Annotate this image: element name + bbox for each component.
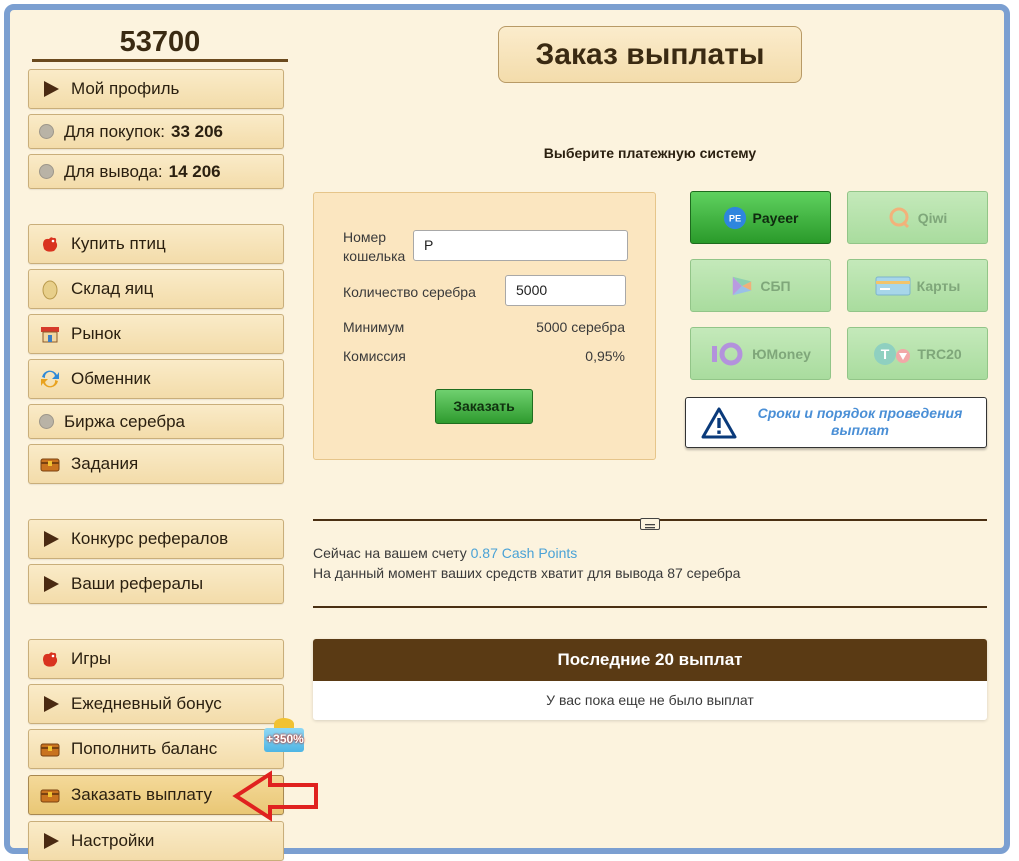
- buy-balance-row: Для покупок: 33 206: [28, 114, 284, 149]
- sidebar-item-silver-exchange[interactable]: Биржа серебра: [28, 404, 284, 439]
- withdraw-balance-label: Для вывода:: [64, 161, 163, 181]
- sidebar-item-profile[interactable]: Мой профиль: [28, 69, 284, 109]
- card-icon: [875, 274, 911, 298]
- play-icon: [39, 528, 61, 550]
- withdraw-balance-row: Для вывода: 14 206: [28, 154, 284, 189]
- chest-icon: [39, 453, 61, 475]
- sidebar-item-label: Ежедневный бонус: [71, 694, 222, 713]
- silver-coin-icon: [39, 164, 54, 179]
- account-balance-prefix: Сейчас на вашем счету: [313, 545, 467, 561]
- egg-icon: [39, 278, 61, 300]
- wallet-number-input[interactable]: P: [413, 230, 628, 261]
- sidebar-item-label: Задания: [71, 454, 139, 473]
- sidebar-item-games[interactable]: Игры: [28, 639, 284, 679]
- sidebar-item-label: Игры: [71, 649, 112, 668]
- chest-icon: [39, 784, 61, 806]
- sidebar-item-label: Пополнить баланс: [71, 739, 218, 758]
- qiwi-icon: [888, 206, 912, 230]
- bonus-badge-text: +350%: [266, 732, 304, 746]
- payment-yoomoney-button[interactable]: ЮMoney: [690, 327, 831, 380]
- divider: [313, 606, 987, 608]
- bonus-gift-badge: +350%: [262, 718, 308, 758]
- withdraw-capacity-line: На данный момент ваших средств хватит дл…: [313, 565, 741, 581]
- payment-label: Payeer: [752, 209, 799, 226]
- sidebar-item-label: Ваши рефералы: [71, 574, 204, 593]
- sidebar-item-referral-contest[interactable]: Конкурс рефералов: [28, 519, 284, 559]
- order-payout-button[interactable]: Заказать: [435, 389, 533, 424]
- withdraw-balance-value: 14 206: [168, 161, 221, 181]
- sidebar-item-market[interactable]: Рынок: [28, 314, 284, 354]
- warning-icon: [701, 407, 737, 439]
- tether-icon: T: [873, 342, 911, 366]
- minimum-label: Минимум: [343, 319, 405, 335]
- sidebar-item-tasks[interactable]: Задания: [28, 444, 284, 484]
- svg-text:T: T: [881, 346, 890, 362]
- payment-label: TRC20: [917, 345, 962, 362]
- silver-amount-input[interactable]: 5000: [505, 275, 626, 306]
- payment-qiwi-button[interactable]: Qiwi: [847, 191, 988, 244]
- sidebar-item-label: Биржа серебра: [64, 411, 185, 431]
- page-title: Заказ выплаты: [498, 26, 802, 83]
- sidebar-item-label: Склад яиц: [71, 279, 154, 298]
- minimum-value: 5000 серебра: [536, 319, 625, 335]
- payment-label: СБП: [760, 277, 791, 294]
- sidebar-item-buy-birds[interactable]: Купить птиц: [28, 224, 284, 264]
- recent-payouts-title: Последние 20 выплат: [313, 639, 987, 681]
- sidebar-item-label: Рынок: [71, 324, 121, 343]
- red-arrow-icon: [232, 770, 318, 822]
- payment-label: Qiwi: [917, 209, 948, 226]
- silver-coin-icon: [39, 124, 54, 139]
- recent-payouts-table: Последние 20 выплат У вас пока еще не бы…: [313, 639, 987, 720]
- buy-balance-label: Для покупок:: [64, 121, 165, 141]
- yoomoney-icon: [710, 342, 746, 366]
- play-icon: [39, 573, 61, 595]
- fee-value: 0,95%: [585, 348, 625, 364]
- sidebar-item-settings[interactable]: Настройки: [28, 821, 284, 861]
- silver-coin-icon: [39, 414, 54, 429]
- play-icon: [39, 830, 61, 852]
- sidebar-item-label: Настройки: [71, 831, 155, 850]
- payment-payeer-button[interactable]: PE Payeer: [690, 191, 831, 244]
- sidebar-item-your-referrals[interactable]: Ваши рефералы: [28, 564, 284, 604]
- payment-sbp-button[interactable]: СБП: [690, 259, 831, 312]
- sidebar-item-egg-storage[interactable]: Склад яиц: [28, 269, 284, 309]
- sidebar-item-daily-bonus[interactable]: Ежедневный бонус: [28, 684, 284, 724]
- svg-text:PE: PE: [728, 213, 740, 223]
- sidebar-item-label: Заказать выплату: [71, 785, 212, 804]
- menu-toggle-icon[interactable]: [640, 518, 660, 530]
- account-balance-line: Сейчас на вашем счету 0.87 Cash Points: [313, 545, 577, 561]
- amount-label: Количество серебра: [343, 284, 476, 300]
- fee-label: Комиссия: [343, 348, 406, 364]
- chest-icon: [39, 738, 61, 760]
- sbp-icon: [730, 274, 754, 298]
- sidebar-item-exchange[interactable]: Обменник: [28, 359, 284, 399]
- wallet-label: Номер кошелька: [343, 229, 406, 264]
- payment-trc20-button[interactable]: T TRC20: [847, 327, 988, 380]
- cash-points-value: 0.87 Cash Points: [470, 545, 578, 561]
- total-balance: 53700: [32, 22, 288, 62]
- buy-balance-value: 33 206: [170, 121, 223, 141]
- rooster-icon: [39, 233, 61, 255]
- payeer-icon: PE: [723, 206, 747, 230]
- play-icon: [39, 78, 61, 100]
- market-icon: [39, 323, 61, 345]
- sidebar-item-label: Мой профиль: [71, 79, 180, 98]
- play-icon: [39, 693, 61, 715]
- payout-terms-text: Сроки и порядок проведения выплат: [757, 405, 963, 438]
- sidebar-item-top-up[interactable]: Пополнить баланс: [28, 729, 284, 769]
- payment-label: ЮMoney: [752, 345, 811, 362]
- exchange-icon: [39, 368, 61, 390]
- payment-cards-button[interactable]: Карты: [847, 259, 988, 312]
- sidebar-item-label: Конкурс рефералов: [71, 529, 229, 548]
- payout-terms-link[interactable]: Сроки и порядок проведения выплат: [685, 397, 987, 448]
- recent-payouts-empty: У вас пока еще не было выплат: [313, 681, 987, 720]
- rooster-icon: [39, 648, 61, 670]
- payment-system-prompt: Выберите платежную систему: [543, 145, 757, 161]
- sidebar-item-label: Обменник: [71, 369, 151, 388]
- payment-label: Карты: [916, 277, 961, 294]
- sidebar-item-label: Купить птиц: [71, 234, 166, 253]
